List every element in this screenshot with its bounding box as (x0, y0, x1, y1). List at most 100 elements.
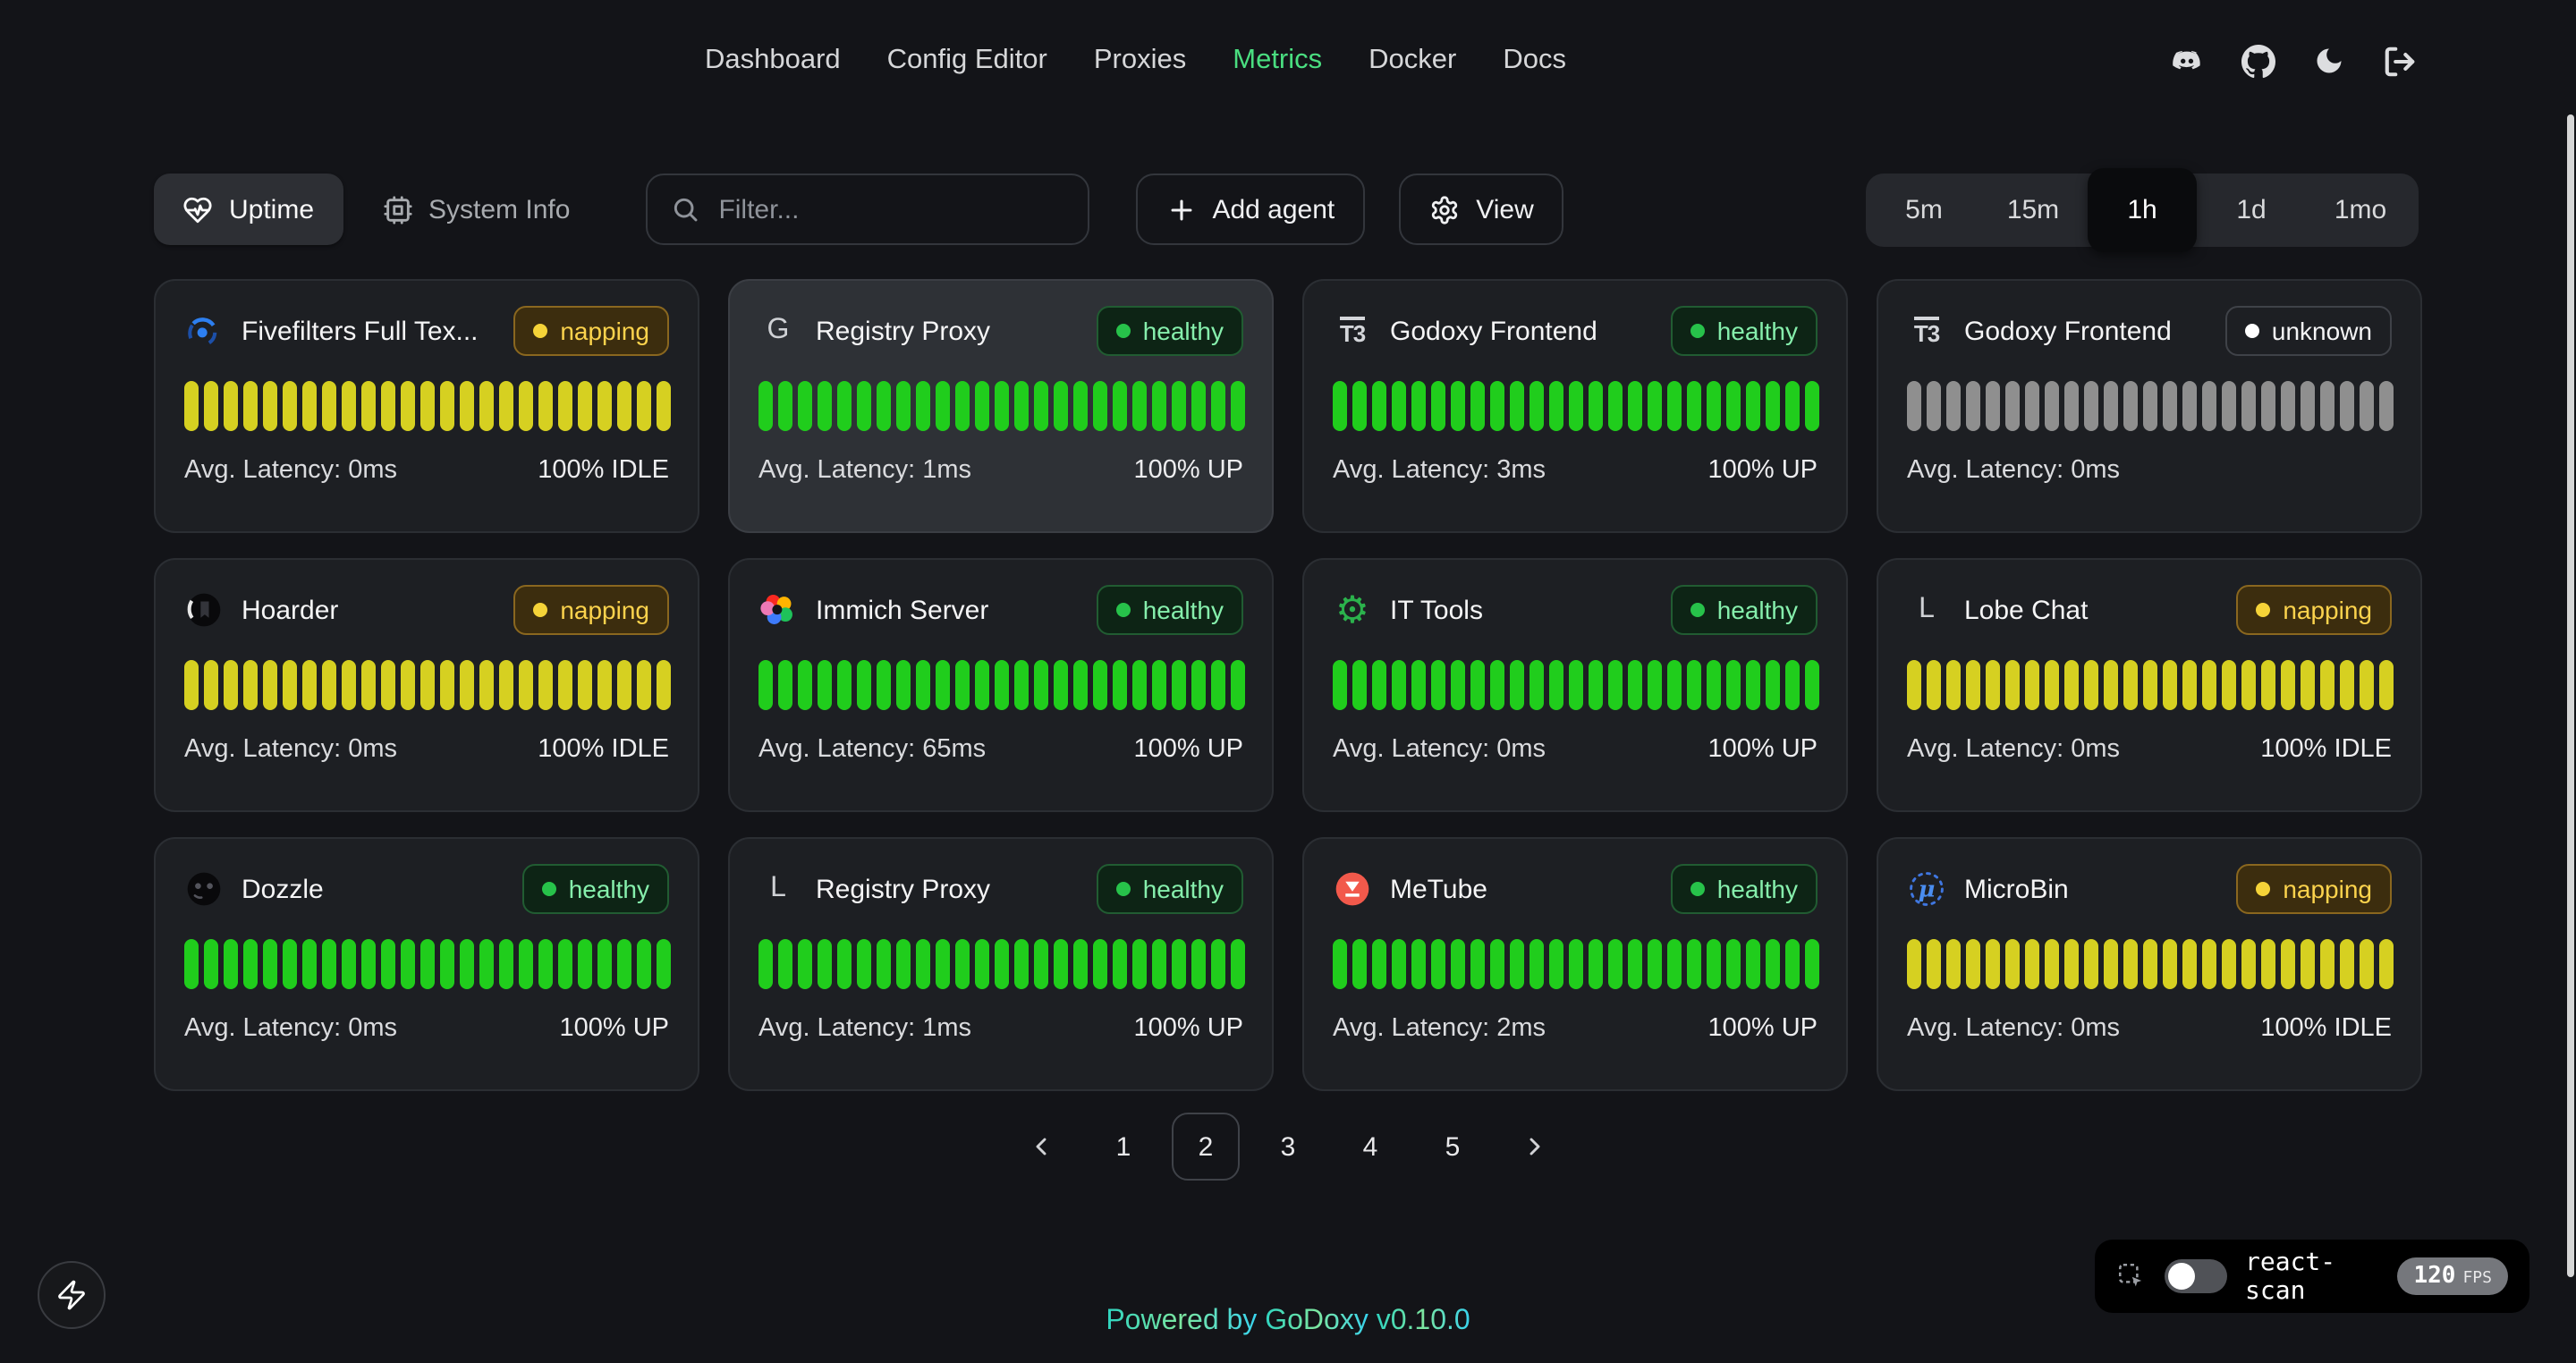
uptime-card[interactable]: μMicroBinnappingAvg. Latency: 0ms100% ID… (1877, 837, 2422, 1091)
svg-text:μ: μ (1919, 876, 1936, 902)
uptime-bar (1392, 939, 1406, 989)
page-button-5[interactable]: 5 (1419, 1113, 1487, 1181)
filter-input[interactable] (715, 192, 1078, 226)
page-button-2[interactable]: 2 (1172, 1113, 1240, 1181)
uptime-card[interactable]: Fivefilters Full Tex...nappingAvg. Laten… (154, 279, 699, 533)
uptime-bar (2064, 660, 2079, 710)
uptime-bar (2182, 381, 2197, 431)
tab-uptime[interactable]: Uptime (154, 174, 343, 245)
time-range-1h[interactable]: 1h (2088, 167, 2197, 251)
next-page-button[interactable] (1501, 1113, 1569, 1181)
service-name: MicroBin (1964, 874, 2218, 904)
uptime-bar (936, 939, 950, 989)
react-scan-toggle[interactable] (2165, 1259, 2227, 1293)
nav-item-docs[interactable]: Docs (1503, 45, 1566, 77)
uptime-card[interactable]: GRegistry ProxyhealthyAvg. Latency: 1ms1… (728, 279, 1274, 533)
uptime-cards-grid: Fivefilters Full Tex...nappingAvg. Laten… (154, 279, 2422, 1091)
uptime-bar (1569, 381, 1583, 431)
uptime-bar (1907, 939, 1921, 989)
page-button-4[interactable]: 4 (1336, 1113, 1404, 1181)
time-range-1d[interactable]: 1d (2197, 173, 2306, 246)
uptime-bar (1589, 381, 1603, 431)
quick-actions-button[interactable] (38, 1261, 106, 1329)
uptime-bar (2281, 381, 2295, 431)
nav-item-metrics[interactable]: Metrics (1233, 45, 1322, 77)
uptime-bar (2045, 660, 2059, 710)
uptime-bar (2163, 939, 2177, 989)
uptime-bar (597, 939, 612, 989)
tab-system-info[interactable]: System Info (353, 174, 598, 245)
uptime-bar (916, 660, 930, 710)
add-agent-label: Add agent (1212, 194, 1335, 224)
logout-icon[interactable] (2383, 44, 2417, 78)
uptime-bar (1352, 939, 1367, 989)
uptime-bar (2379, 660, 2394, 710)
uptime-bar (2261, 660, 2275, 710)
uptime-bar (1172, 660, 1186, 710)
uptime-card[interactable]: LLobe ChatnappingAvg. Latency: 0ms100% I… (1877, 558, 2422, 812)
status-label: napping (560, 317, 649, 345)
uptime-bar (1927, 660, 1941, 710)
time-range-5m[interactable]: 5m (1869, 173, 1979, 246)
uptime-bar (1431, 660, 1445, 710)
uptime-card[interactable]: MeTubehealthyAvg. Latency: 2ms100% UP (1302, 837, 1848, 1091)
uptime-bars (1333, 381, 1818, 431)
uptime-bar (1470, 381, 1485, 431)
card-header: Dozzlehealthy (184, 866, 669, 912)
add-agent-button[interactable]: Add agent (1135, 174, 1365, 245)
nav-item-dashboard[interactable]: Dashboard (705, 45, 841, 77)
service-name: Lobe Chat (1964, 595, 2218, 625)
godoxy-link[interactable]: GoDoxy (1265, 1306, 1368, 1336)
time-range-1mo[interactable]: 1mo (2306, 173, 2415, 246)
uptime-bar (916, 939, 930, 989)
page-button-1[interactable]: 1 (1089, 1113, 1157, 1181)
uptime-bar (995, 381, 1009, 431)
page-button-3[interactable]: 3 (1254, 1113, 1322, 1181)
uptime-bar (1726, 381, 1741, 431)
scrollbar[interactable] (2567, 114, 2574, 1277)
status-badge: healthy (1097, 306, 1243, 356)
nav-item-docker[interactable]: Docker (1368, 45, 1456, 77)
uptime-bar (1352, 660, 1367, 710)
uptime-bar (1687, 660, 1701, 710)
nav-item-proxies[interactable]: Proxies (1094, 45, 1186, 77)
uptime-card[interactable]: DozzlehealthyAvg. Latency: 0ms100% UP (154, 837, 699, 1091)
view-button[interactable]: View (1399, 174, 1564, 245)
avg-latency: Avg. Latency: 1ms (758, 456, 971, 485)
uptime-bar (936, 660, 950, 710)
uptime-bar (538, 660, 553, 710)
status-dot-icon (2256, 603, 2270, 617)
uptime-bar (263, 381, 277, 431)
uptime-bar (2005, 939, 2020, 989)
time-range-15m[interactable]: 15m (1979, 173, 2088, 246)
github-icon[interactable] (2241, 44, 2275, 78)
status-label: napping (560, 596, 649, 624)
card-header: μMicroBinnapping (1907, 866, 2392, 912)
inspect-icon[interactable] (2116, 1261, 2147, 1291)
moon-icon[interactable] (2313, 45, 2345, 77)
service-name: Hoarder (242, 595, 496, 625)
prev-page-button[interactable] (1007, 1113, 1075, 1181)
uptime-bar (1946, 660, 1961, 710)
uptime-bar (1152, 939, 1166, 989)
uptime-bar (1667, 381, 1682, 431)
uptime-card[interactable]: Immich ServerhealthyAvg. Latency: 65ms10… (728, 558, 1274, 812)
uptime-card[interactable]: T3Godoxy FrontendunknownAvg. Latency: 0m… (1877, 279, 2422, 533)
nav-item-config-editor[interactable]: Config Editor (887, 45, 1047, 77)
status-label: napping (2283, 596, 2372, 624)
uptime-card[interactable]: ⚙IT ToolshealthyAvg. Latency: 0ms100% UP (1302, 558, 1848, 812)
uptime-bar (1172, 381, 1186, 431)
avg-latency: Avg. Latency: 0ms (1907, 735, 2120, 764)
uptime-card[interactable]: T3Godoxy FrontendhealthyAvg. Latency: 3m… (1302, 279, 1848, 533)
uptime-card[interactable]: LRegistry ProxyhealthyAvg. Latency: 1ms1… (728, 837, 1274, 1091)
uptime-bar (1451, 660, 1465, 710)
uptime-bar (204, 381, 218, 431)
status-label: unknown (2272, 317, 2372, 345)
discord-icon[interactable] (2170, 44, 2204, 78)
uptime-bar (243, 381, 258, 431)
uptime-bar (263, 939, 277, 989)
uptime-card[interactable]: HoardernappingAvg. Latency: 0ms100% IDLE (154, 558, 699, 812)
uptime-bar (1470, 939, 1485, 989)
uptime-bar (597, 381, 612, 431)
card-footer: Avg. Latency: 0ms100% IDLE (184, 456, 669, 485)
